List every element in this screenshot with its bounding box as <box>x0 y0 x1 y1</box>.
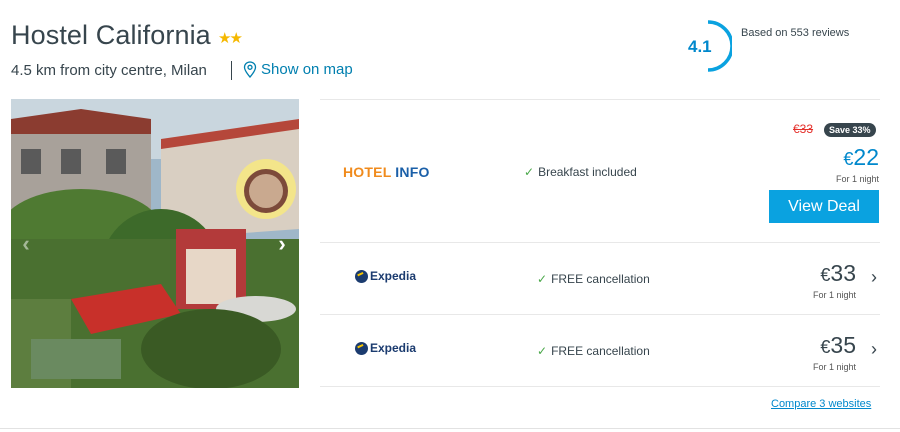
chevron-right-icon: › <box>278 231 286 256</box>
deal-feature: ✓ FREE cancellation <box>537 344 650 358</box>
per-night-label: For 1 night <box>835 174 879 184</box>
save-badge: Save 33% <box>824 123 876 137</box>
per-night-label: For 1 night <box>812 290 856 300</box>
price-value: 22 <box>853 144 879 170</box>
provider-logo-part2: INFO <box>395 164 430 180</box>
hotel-photo[interactable] <box>11 99 299 388</box>
price-value: 33 <box>830 260 856 286</box>
deal-row-expedia-2[interactable]: Expedia ✓ FREE cancellation €35 For 1 ni… <box>320 314 880 387</box>
price-value: 35 <box>830 332 856 358</box>
compare-websites-link[interactable]: Compare 3 websites <box>771 398 871 410</box>
deal-feature: ✓ Breakfast included <box>524 165 637 179</box>
checkmark-icon: ✓ <box>537 272 548 286</box>
hotel-title: Hostel California <box>11 20 211 50</box>
deal-feature: ✓ FREE cancellation <box>537 272 650 286</box>
bottom-divider <box>0 428 900 429</box>
per-night-label: For 1 night <box>812 362 856 372</box>
photo-next-button[interactable]: › <box>270 225 294 263</box>
review-count: Based on 553 reviews <box>741 27 850 39</box>
checkmark-icon: ✓ <box>537 344 548 358</box>
expedia-globe-icon <box>355 341 368 355</box>
deal-feature-label: Breakfast included <box>538 165 637 179</box>
provider-logo-part1: HOTEL <box>343 164 392 180</box>
photo-prev-button[interactable]: ‹ <box>14 225 38 263</box>
map-pin-icon <box>243 61 257 78</box>
chevron-left-icon: ‹ <box>22 231 30 256</box>
deal-row-expedia-1[interactable]: Expedia ✓ FREE cancellation €33 For 1 ni… <box>320 242 880 314</box>
deal-feature-label: FREE cancellation <box>551 272 650 286</box>
view-deal-button[interactable]: View Deal <box>769 190 879 223</box>
separator <box>231 61 232 80</box>
deal-feature-label: FREE cancellation <box>551 344 650 358</box>
star-rating: ★★ <box>218 30 243 47</box>
deal-row-hotelinfo[interactable]: HOTEL INFO ✓ Breakfast included €33 Save… <box>320 99 880 242</box>
price-currency: € <box>820 265 831 285</box>
deal-price: €35 <box>820 332 856 359</box>
provider-logo-hotelinfo: HOTEL INFO <box>343 164 430 180</box>
provider-logo-expedia: Expedia <box>355 269 416 283</box>
deal-price: €22 <box>843 144 879 171</box>
chevron-right-icon[interactable]: › <box>871 339 877 360</box>
rating-score: 4.1 <box>688 37 712 56</box>
checkmark-icon: ✓ <box>524 165 535 179</box>
price-currency: € <box>843 149 854 169</box>
provider-name: Expedia <box>370 341 417 355</box>
old-price: €33 <box>793 122 814 136</box>
provider-logo-expedia: Expedia <box>355 341 416 355</box>
map-link-label: Show on map <box>261 61 353 78</box>
price-currency: € <box>820 337 831 357</box>
deal-price: €33 <box>820 260 856 287</box>
provider-name: Expedia <box>370 269 417 283</box>
chevron-right-icon[interactable]: › <box>871 267 877 288</box>
expedia-globe-icon <box>355 269 368 283</box>
location-text: 4.5 km from city centre, Milan <box>11 62 207 79</box>
show-on-map-link[interactable]: Show on map <box>243 61 353 78</box>
